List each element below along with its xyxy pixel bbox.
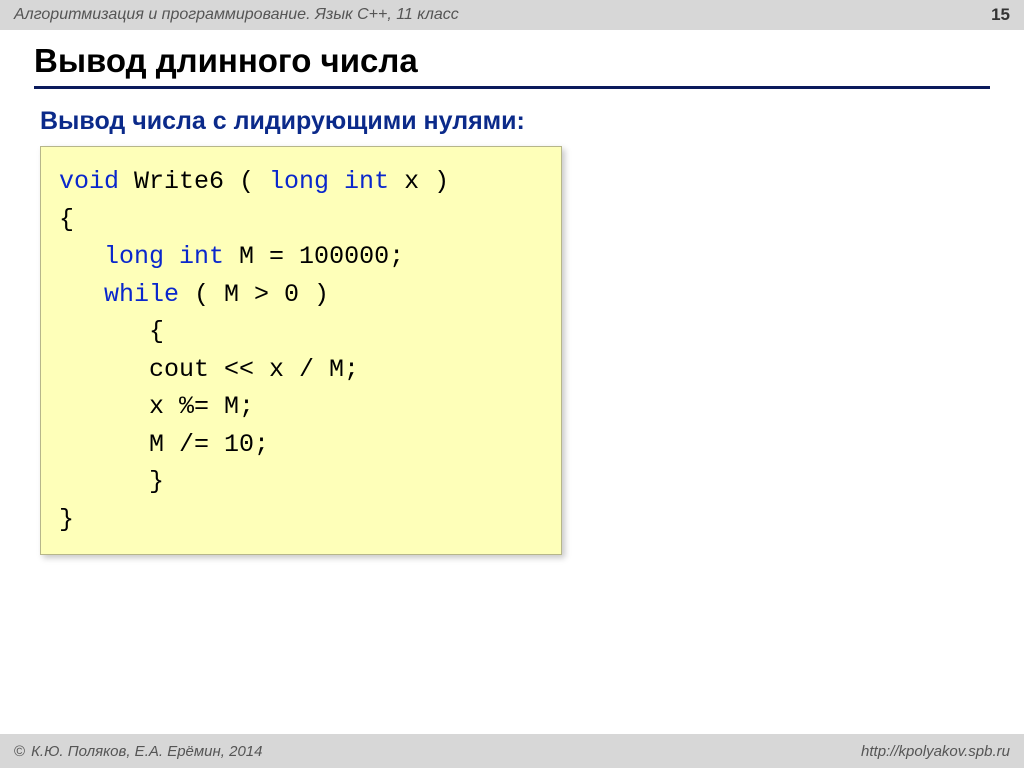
code-line: long int M = 100000; [59,238,543,276]
slide-header: Алгоритмизация и программирование. Язык … [0,0,1024,30]
slide-subtitle: Вывод числа с лидирующими нулями: [40,107,990,136]
slide-footer: © К.Ю. Поляков, Е.А. Ерёмин, 2014 http:/… [0,734,1024,768]
code-line: void Write6 ( long int x ) [59,163,543,201]
page-number: 15 [991,5,1010,25]
slide-content: Вывод длинного числа Вывод числа с лидир… [0,30,1024,555]
copyright: © К.Ю. Поляков, Е.А. Ерёмин, 2014 [14,743,262,760]
authors: К.Ю. Поляков, Е.А. Ерёмин, 2014 [31,743,262,760]
code-line: M /= 10; [59,426,543,464]
code-line: { [59,201,543,239]
code-block: void Write6 ( long int x ) { long int M … [40,146,562,555]
code-line: x %= M; [59,388,543,426]
code-line: { [59,313,543,351]
slide-title: Вывод длинного числа [34,42,990,89]
course-title: Алгоритмизация и программирование. Язык … [14,6,459,24]
copyright-icon: © [14,743,25,760]
footer-url: http://kpolyakov.spb.ru [861,743,1010,760]
code-line: cout << x / M; [59,351,543,389]
code-line: } [59,501,543,539]
code-line: while ( M > 0 ) [59,276,543,314]
code-line: } [59,463,543,501]
